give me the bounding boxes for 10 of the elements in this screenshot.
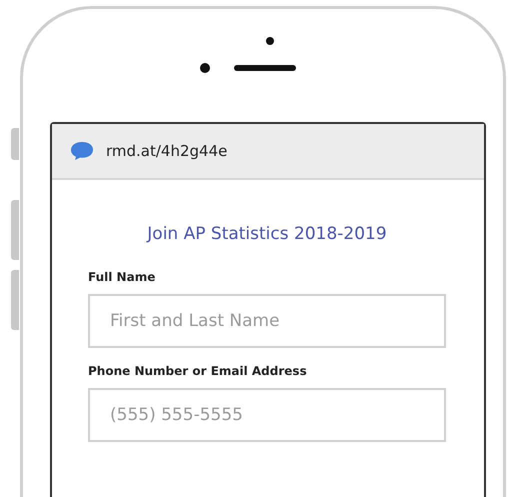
input-field[interactable]: First and Last Name xyxy=(88,294,446,348)
speech-bubble-icon xyxy=(70,141,94,161)
field-label: Phone Number or Email Address xyxy=(88,364,308,378)
field-label: Full Name xyxy=(88,270,156,284)
input-field[interactable]: (555) 555-5555 xyxy=(88,388,446,442)
form-title: Join AP Statistics 2018-2019 xyxy=(145,224,388,244)
url-text: rmd.at/4h2g44e xyxy=(106,142,228,160)
speaker-icon xyxy=(234,65,296,71)
camera-icon xyxy=(266,37,274,45)
sensor-icon xyxy=(200,63,210,73)
